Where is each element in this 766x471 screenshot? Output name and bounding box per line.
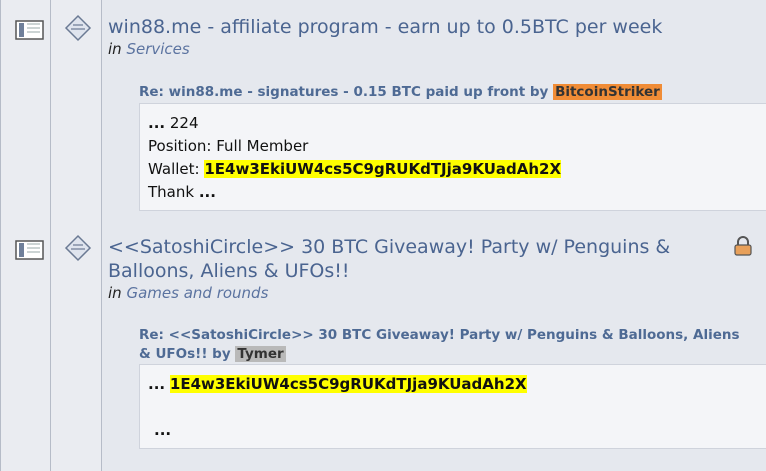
lock-icon: [734, 236, 752, 256]
excerpt-line-1: ... 224: [148, 114, 199, 132]
reply-title-link[interactable]: Re: win88.me - signatures - 0.15 BTC pai…: [139, 84, 548, 100]
reply-title-link[interactable]: Re: <<SatoshiCircle>> 30 BTC Giveaway! P…: [139, 327, 740, 362]
wallet-address: 1E4w3EkiUW4cs5C9gRUKdTJja9KUadAh2X: [169, 375, 527, 393]
post-excerpt: ... 1E4w3EkiUW4cs5C9gRUKdTJja9KUadAh2X .…: [139, 364, 766, 449]
post-icon: [64, 234, 92, 262]
topic-icon: [15, 20, 44, 40]
topic-icon-cell: [0, 228, 50, 471]
excerpt-line-1: ... 1E4w3EkiUW4cs5C9gRUKdTJja9KUadAh2X: [148, 375, 527, 393]
topic-icon: [15, 240, 44, 260]
excerpt-line-4: Thank ...: [148, 183, 216, 201]
in-label: in: [108, 284, 122, 302]
reply-author[interactable]: Tymer: [235, 346, 286, 362]
board-line: in Services: [108, 40, 190, 58]
post-icon-cell: [51, 228, 101, 471]
in-label: in: [108, 40, 122, 58]
wallet-address: 1E4w3EkiUW4cs5C9gRUKdTJja9KUadAh2X: [204, 160, 562, 178]
reply-heading: Re: win88.me - signatures - 0.15 BTC pai…: [139, 83, 746, 102]
topic-row-2: <<SatoshiCircle>> 30 BTC Giveaway! Party…: [0, 228, 766, 471]
excerpt-line-2: Position: Full Member: [148, 137, 309, 155]
board-line: in Games and rounds: [108, 284, 268, 302]
post-excerpt: ... 224 Position: Full Member Wallet: 1E…: [139, 103, 766, 211]
board-link[interactable]: Services: [126, 40, 189, 58]
reply-author[interactable]: BitcoinStriker: [553, 84, 662, 100]
board-link[interactable]: Games and rounds: [126, 284, 268, 302]
topic-title-link[interactable]: win88.me - affiliate program - earn up t…: [108, 15, 726, 39]
post-icon: [64, 14, 92, 42]
reply-heading: Re: <<SatoshiCircle>> 30 BTC Giveaway! P…: [139, 326, 746, 364]
excerpt-line-2: ...: [154, 421, 172, 439]
topic-row-1: win88.me - affiliate program - earn up t…: [0, 0, 766, 228]
topic-title-link[interactable]: <<SatoshiCircle>> 30 BTC Giveaway! Party…: [108, 235, 726, 283]
excerpt-line-3: Wallet: 1E4w3EkiUW4cs5C9gRUKdTJja9KUadAh…: [148, 160, 562, 178]
